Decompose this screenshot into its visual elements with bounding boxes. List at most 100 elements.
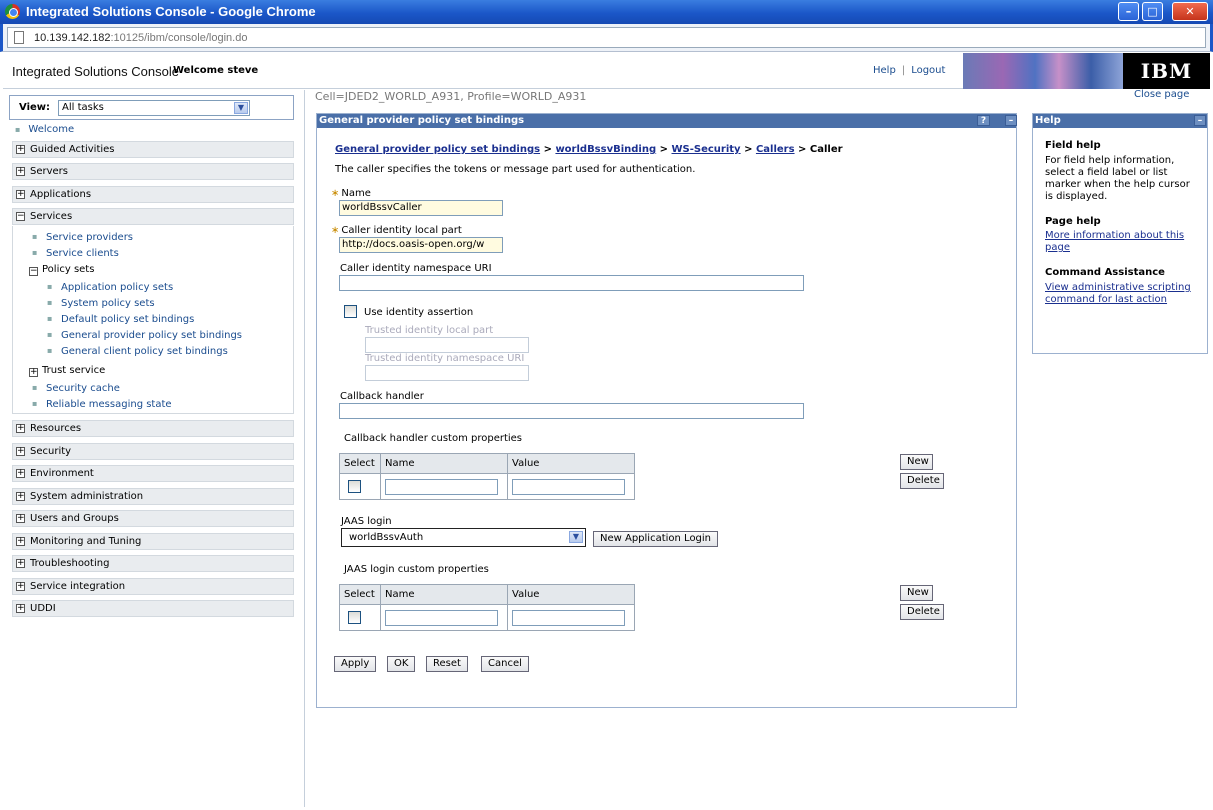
breadcrumb-link-binding[interactable]: worldBssvBinding — [555, 144, 656, 155]
nav-group-guided-activities[interactable]: + Guided Activities — [12, 141, 294, 158]
property-name-input[interactable] — [385, 609, 498, 626]
jaas-delete-button[interactable]: Delete — [900, 604, 944, 620]
nav-group-security[interactable]: + Security — [12, 443, 294, 460]
nav-group-services[interactable]: − Services — [12, 208, 294, 225]
nav-reliable-messaging-state[interactable]: Reliable messaging state — [32, 399, 172, 410]
nav-general-client-policy-set-bindings[interactable]: General client policy set bindings — [47, 346, 228, 357]
breadcrumb-link-ws-security[interactable]: WS-Security — [672, 144, 741, 155]
nav-group-service-integration[interactable]: + Service integration — [12, 578, 294, 595]
view-label: View: — [19, 102, 51, 113]
caller-local-part-label-text: Caller identity local part — [341, 225, 462, 236]
use-identity-assertion-label[interactable]: Use identity assertion — [364, 307, 473, 318]
chevron-down-icon[interactable]: ▼ — [569, 531, 583, 543]
panel-minimize-button[interactable]: – — [1005, 115, 1017, 126]
callback-new-button[interactable]: New — [900, 454, 933, 470]
nav-group-applications[interactable]: + Applications — [12, 186, 294, 203]
nav-group-troubleshooting[interactable]: + Troubleshooting — [12, 555, 294, 572]
nav-general-provider-policy-set-bindings[interactable]: General provider policy set bindings — [47, 330, 242, 341]
nav-welcome-link[interactable]: Welcome — [15, 124, 74, 135]
collapse-icon[interactable]: − — [29, 267, 38, 276]
use-identity-assertion-checkbox[interactable] — [344, 305, 357, 318]
caller-local-part-field[interactable]: http://docs.oasis-open.org/w — [339, 237, 503, 253]
caller-namespace-label[interactable]: Caller identity namespace URI — [340, 263, 492, 274]
jaas-login-select[interactable]: worldBssvAuth ▼ — [341, 528, 586, 547]
console-header: Integrated Solutions Console Welcome ste… — [3, 53, 1210, 89]
nav-default-policy-set-bindings[interactable]: Default policy set bindings — [47, 314, 194, 325]
caller-local-part-label[interactable]: ∗ Caller identity local part — [331, 225, 462, 236]
breadcrumb-current: Caller — [809, 144, 843, 155]
trusted-local-part-field — [365, 337, 529, 353]
welcome-user: Welcome steve — [173, 65, 259, 76]
expand-icon[interactable]: + — [16, 190, 25, 199]
panel-help-button[interactable]: ? — [977, 115, 990, 126]
nav-group-resources[interactable]: + Resources — [12, 420, 294, 437]
property-name-input[interactable] — [385, 478, 498, 495]
expand-icon[interactable]: + — [29, 368, 38, 377]
nav-group-environment[interactable]: + Environment — [12, 465, 294, 482]
nav-policy-sets[interactable]: − Policy sets — [29, 264, 94, 276]
close-page-link[interactable]: Close page — [1134, 89, 1189, 100]
name-cell — [380, 473, 508, 500]
jaas-new-button[interactable]: New — [900, 585, 933, 601]
collapse-icon[interactable]: − — [16, 212, 25, 221]
nav-service-providers[interactable]: Service providers — [32, 232, 133, 243]
expand-icon[interactable]: + — [16, 537, 25, 546]
name-field[interactable]: worldBssvCaller — [339, 200, 503, 216]
nav-group-label: Applications — [30, 189, 92, 200]
url-field[interactable]: 10.139.142.182:10125/ibm/console/login.d… — [7, 27, 1206, 48]
view-select[interactable]: All tasks ▼ — [58, 100, 250, 116]
help-link[interactable]: Help — [873, 65, 896, 76]
close-button[interactable]: ✕ — [1172, 2, 1208, 21]
field-help-text: For field help information, select a fie… — [1045, 155, 1190, 202]
nav-system-policy-sets[interactable]: System policy sets — [47, 298, 155, 309]
minimize-button[interactable]: – — [1118, 2, 1139, 21]
nav-group-label: System administration — [30, 491, 144, 502]
nav-group-system-administration[interactable]: + System administration — [12, 488, 294, 505]
maximize-button[interactable]: □ — [1142, 2, 1163, 21]
nav-group-monitoring-and-tuning[interactable]: + Monitoring and Tuning — [12, 533, 294, 550]
expand-icon[interactable]: + — [16, 167, 25, 176]
nav-group-uddi[interactable]: + UDDI — [12, 600, 294, 617]
nav-group-servers[interactable]: + Servers — [12, 163, 294, 180]
name-label[interactable]: ∗ Name — [331, 188, 371, 199]
caller-namespace-field[interactable] — [339, 275, 804, 291]
command-assistance-link[interactable]: View administrative scripting command fo… — [1045, 282, 1191, 305]
reset-button[interactable]: Reset — [426, 656, 468, 672]
nav-application-policy-sets[interactable]: Application policy sets — [47, 282, 173, 293]
page-help-link[interactable]: More information about this page — [1045, 230, 1184, 253]
expand-icon[interactable]: + — [16, 514, 25, 523]
expand-icon[interactable]: + — [16, 559, 25, 568]
nav-trust-service[interactable]: + Trust service — [29, 365, 105, 377]
apply-button[interactable]: Apply — [334, 656, 377, 672]
expand-icon[interactable]: + — [16, 604, 25, 613]
chevron-down-icon[interactable]: ▼ — [234, 102, 248, 114]
help-minimize-button[interactable]: – — [1194, 115, 1206, 126]
logout-link[interactable]: Logout — [911, 65, 945, 76]
property-value-input[interactable] — [512, 478, 625, 495]
expand-icon[interactable]: + — [16, 447, 25, 456]
row-select-checkbox[interactable] — [348, 611, 361, 624]
property-value-input[interactable] — [512, 609, 625, 626]
cancel-button[interactable]: Cancel — [481, 656, 529, 672]
expand-icon[interactable]: + — [16, 469, 25, 478]
name-cell — [380, 604, 508, 631]
nav-security-cache[interactable]: Security cache — [32, 383, 120, 394]
new-application-login-button[interactable]: New Application Login — [593, 531, 719, 547]
expand-icon[interactable]: + — [16, 145, 25, 154]
breadcrumb-link-callers[interactable]: Callers — [756, 144, 795, 155]
callback-handler-field[interactable] — [339, 403, 804, 419]
expand-icon[interactable]: + — [16, 492, 25, 501]
jaas-login-label[interactable]: JAAS login — [341, 516, 392, 527]
expand-icon[interactable]: + — [16, 582, 25, 591]
col-name: Name — [380, 453, 508, 474]
page-help-heading: Page help — [1045, 216, 1101, 227]
nav-policy-sets-label: Policy sets — [42, 264, 95, 275]
breadcrumb-link-bindings[interactable]: General provider policy set bindings — [335, 144, 540, 155]
ok-button[interactable]: OK — [387, 656, 416, 672]
callback-delete-button[interactable]: Delete — [900, 473, 944, 489]
expand-icon[interactable]: + — [16, 424, 25, 433]
nav-service-clients[interactable]: Service clients — [32, 248, 119, 259]
row-select-checkbox[interactable] — [348, 480, 361, 493]
callback-handler-label[interactable]: Callback handler — [340, 391, 424, 402]
nav-group-users-and-groups[interactable]: + Users and Groups — [12, 510, 294, 527]
